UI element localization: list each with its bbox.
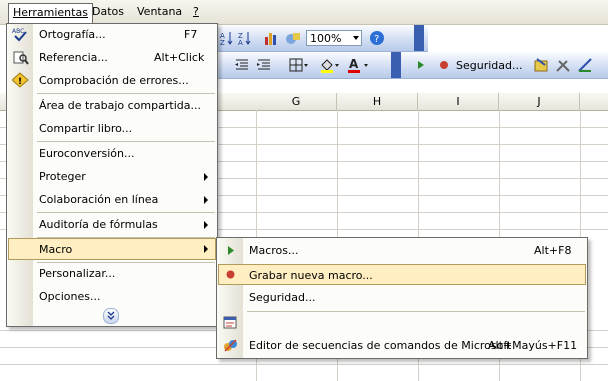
record-macro-icon[interactable] [438,56,450,74]
tools-menu: ABC Ortografía... F7 Referencia... Alt+C… [6,23,218,327]
toolbar-options-icon-2[interactable] [391,52,401,78]
increase-indent-icon[interactable] [256,56,272,74]
svg-text:Z: Z [220,39,225,46]
error-checking-icon: ! [11,72,29,89]
menu-item-euroconversion[interactable]: Euroconversión... [8,143,216,164]
record-icon [222,266,239,283]
sort-ascending-icon[interactable]: AZ [220,29,234,47]
menu-separator [37,212,215,213]
tools-icon[interactable] [554,56,572,74]
standard-toolbar: AZ ZA 100% ? [216,25,428,52]
menu-item-colaboracion[interactable]: Colaboración en línea [8,189,216,210]
menu-item-seguridad[interactable]: Seguridad... [218,287,586,308]
double-chevron-down-icon[interactable] [103,308,119,324]
submenu-arrow-icon [204,196,208,204]
column-header-g[interactable]: G [256,93,337,110]
submenu-arrow-icon [204,221,208,229]
sort-descending-icon[interactable]: ZA [238,29,252,47]
spelling-icon: ABC [12,26,29,43]
submenu-arrow-icon [204,173,208,181]
menu-item-grabar-macro[interactable]: Grabar nueva macro... [218,264,586,285]
menu-item-macros[interactable]: Macros... Alt+F8 [218,240,586,261]
chevron-down-icon [353,36,359,40]
menu-item-macro[interactable]: Macro [8,238,216,260]
column-header-i[interactable]: I [418,93,499,110]
run-macro-icon[interactable] [416,56,426,74]
svg-text:A: A [238,39,243,46]
menu-item-auditoria[interactable]: Auditoría de fórmulas [8,214,216,235]
zoom-select[interactable]: 100% [306,30,362,46]
menu-item-compartir-libro[interactable]: Compartir libro... [8,118,216,139]
grid-line [0,364,608,365]
play-macro-icon [222,242,239,259]
borders-icon[interactable] [288,56,310,74]
menu-item-area-trabajo-compartida[interactable]: Área de trabajo compartida... [8,95,216,116]
fill-color-icon[interactable] [318,56,342,74]
menu-item-ortografia[interactable]: ABC Ortografía... F7 [8,24,216,45]
menu-item-opciones[interactable]: Opciones... [8,286,216,307]
menu-datos[interactable]: Datos [88,3,128,20]
svg-text:A: A [349,57,359,71]
column-header-j[interactable]: J [499,93,580,110]
help-icon[interactable]: ? [369,29,385,47]
menu-separator [37,93,215,94]
svg-text:?: ? [374,34,379,45]
script-editor-icon [222,337,239,354]
control-toolbox-icon[interactable] [532,56,550,74]
svg-text:ABC: ABC [12,28,24,35]
font-color-icon[interactable]: A [346,56,372,74]
column-header-h[interactable]: H [337,93,418,110]
menu-item-referencia[interactable]: Referencia... Alt+Click [8,47,216,68]
security-toolbar-button[interactable]: Seguridad... [456,56,528,74]
research-icon [12,49,29,66]
formatting-toolbar: A Seguridad... [216,52,608,79]
menu-separator [37,141,215,142]
menu-ventana[interactable]: Ventana [133,3,186,20]
submenu-arrow-icon [204,245,208,253]
macro-submenu: Macros... Alt+F8 Grabar nueva macro... S… [216,237,588,359]
design-mode-icon[interactable] [576,56,594,74]
menu-herramientas[interactable]: Herramientas [8,3,93,24]
menu-item-personalizar[interactable]: Personalizar... [8,263,216,284]
decrease-indent-icon[interactable] [234,56,250,74]
chart-wizard-icon[interactable] [262,29,280,47]
menu-item-comprobacion-errores[interactable]: ! Comprobación de errores... [8,70,216,91]
menu-item-script-editor[interactable]: Editor de secuencias de comandos de Micr… [218,335,586,356]
toolbar-options-icon[interactable] [414,25,424,51]
visual-basic-editor-icon [222,314,239,331]
menu-item-vb-editor[interactable] [218,312,586,333]
svg-text:!: ! [18,77,22,87]
menu-item-proteger[interactable]: Proteger [8,166,216,187]
menu-bar: Herramientas Datos Ventana ? [0,0,608,25]
drawing-icon[interactable] [284,29,302,47]
menu-help[interactable]: ? [189,3,203,20]
